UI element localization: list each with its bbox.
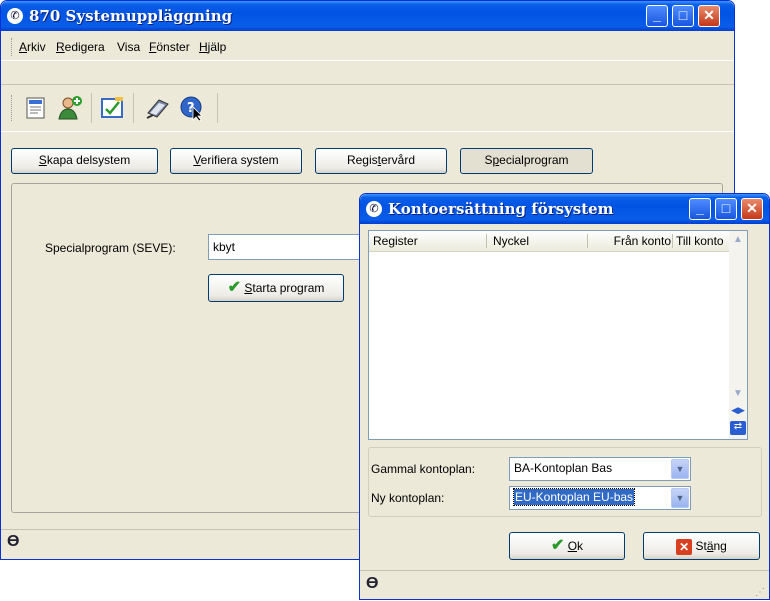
expand-icon[interactable]: ⇄ xyxy=(730,421,746,435)
column-divider xyxy=(587,234,588,248)
chevron-down-icon[interactable]: ▼ xyxy=(671,488,689,508)
dialog-window: ✆ Kontoersättning försystem _ □ ✕ Regist… xyxy=(359,193,770,600)
add-user-icon[interactable] xyxy=(57,95,83,121)
dialog-maximize-button[interactable]: □ xyxy=(715,198,737,220)
close-button[interactable]: ✕ xyxy=(698,5,720,27)
vertical-scrollbar[interactable]: ▲ ▼ ◀▶ ⇄ xyxy=(729,231,747,439)
toolbar-separator xyxy=(133,93,134,123)
list-header: Register Nyckel Från konto Till konto xyxy=(369,231,729,252)
dialog-title: Kontoersättning försystem xyxy=(388,200,614,218)
column-nyckel[interactable]: Nyckel xyxy=(493,234,529,248)
edit-note-icon[interactable] xyxy=(99,95,125,121)
dialog-minimize-button[interactable]: _ xyxy=(689,198,711,220)
dialog-logo-icon: ✆ xyxy=(366,201,382,217)
resize-grip-icon[interactable]: ⋰ xyxy=(755,587,765,598)
horizontal-scroll-icon[interactable]: ◀▶ xyxy=(731,405,745,419)
gammal-kontoplan-value: BA-Kontoplan Bas xyxy=(514,461,613,475)
special-program-input[interactable]: kbyt xyxy=(208,234,368,260)
tab-skapa-delsystem[interactable]: Skapa delsystem xyxy=(11,148,158,174)
menu-visa[interactable]: Visa xyxy=(117,40,140,54)
ny-kontoplan-label: Ny kontoplan: xyxy=(371,491,445,505)
close-dialog-button[interactable]: ✕ Stäng xyxy=(643,532,760,560)
ny-kontoplan-value: EU-Kontoplan EU-bas xyxy=(512,488,636,506)
column-till-konto[interactable]: Till konto xyxy=(676,234,724,248)
close-x-icon: ✕ xyxy=(676,538,693,555)
gammal-kontoplan-label: Gammal kontoplan: xyxy=(371,462,476,476)
menu-grip xyxy=(11,38,14,56)
checkmark-icon: ✔ xyxy=(550,537,565,554)
tab-verifiera-system[interactable]: Verifiera system xyxy=(170,148,302,174)
minimize-button[interactable]: _ xyxy=(646,5,668,27)
tab-specialprogram[interactable]: Specialprogram xyxy=(460,148,593,174)
toolbar: ? xyxy=(1,84,734,132)
toolbar-grip xyxy=(11,95,14,121)
menu-bar: Arkiv Redigera Visa Fönster Hjälp xyxy=(1,32,734,61)
checkmark-icon: ✔ xyxy=(227,279,241,296)
chevron-down-icon[interactable]: ▼ xyxy=(671,459,689,479)
status-info-icon: ϴ xyxy=(366,575,379,592)
column-divider xyxy=(486,234,487,248)
special-program-label: Specialprogram (SEVE): xyxy=(45,241,176,255)
main-window-title: 870 Systemuppläggning xyxy=(29,7,233,25)
dialog-title-bar[interactable]: ✆ Kontoersättning försystem _ □ ✕ xyxy=(360,194,769,224)
gammal-kontoplan-select[interactable]: BA-Kontoplan Bas ▼ xyxy=(509,457,691,481)
column-fran-konto[interactable]: Från konto xyxy=(591,234,671,248)
menu-fonster[interactable]: Fönster xyxy=(149,40,190,54)
app-logo-icon: ✆ xyxy=(7,8,23,24)
menu-redigera[interactable]: Redigera xyxy=(56,40,105,54)
register-list[interactable]: Register Nyckel Från konto Till konto ▲ … xyxy=(368,230,748,440)
maximize-button[interactable]: □ xyxy=(672,5,694,27)
status-info-icon: ϴ xyxy=(7,533,20,550)
toolbar-separator xyxy=(217,93,218,123)
help-cursor-icon[interactable]: ? xyxy=(179,95,205,121)
document-icon[interactable] xyxy=(23,95,49,121)
ok-button[interactable]: ✔ Ok xyxy=(509,532,625,560)
scroll-down-icon[interactable]: ▼ xyxy=(731,388,745,402)
start-program-button[interactable]: ✔ Starta program xyxy=(208,274,344,302)
scroll-up-icon[interactable]: ▲ xyxy=(731,234,745,248)
ny-kontoplan-select[interactable]: EU-Kontoplan EU-bas ▼ xyxy=(509,486,691,510)
dialog-close-button[interactable]: ✕ xyxy=(741,198,763,220)
toolbar-separator xyxy=(91,93,92,123)
book-pen-icon[interactable] xyxy=(145,95,171,121)
menu-arkiv[interactable]: Arkiv xyxy=(19,40,46,54)
column-register[interactable]: Register xyxy=(373,234,418,248)
column-divider xyxy=(672,234,673,248)
main-title-bar[interactable]: ✆ 870 Systemuppläggning _ □ ✕ xyxy=(1,1,734,31)
tab-registervard[interactable]: Registervård xyxy=(315,148,447,174)
menu-hjalp[interactable]: Hjälp xyxy=(199,40,226,54)
dialog-status-bar: ϴ ⋰ xyxy=(360,570,769,601)
